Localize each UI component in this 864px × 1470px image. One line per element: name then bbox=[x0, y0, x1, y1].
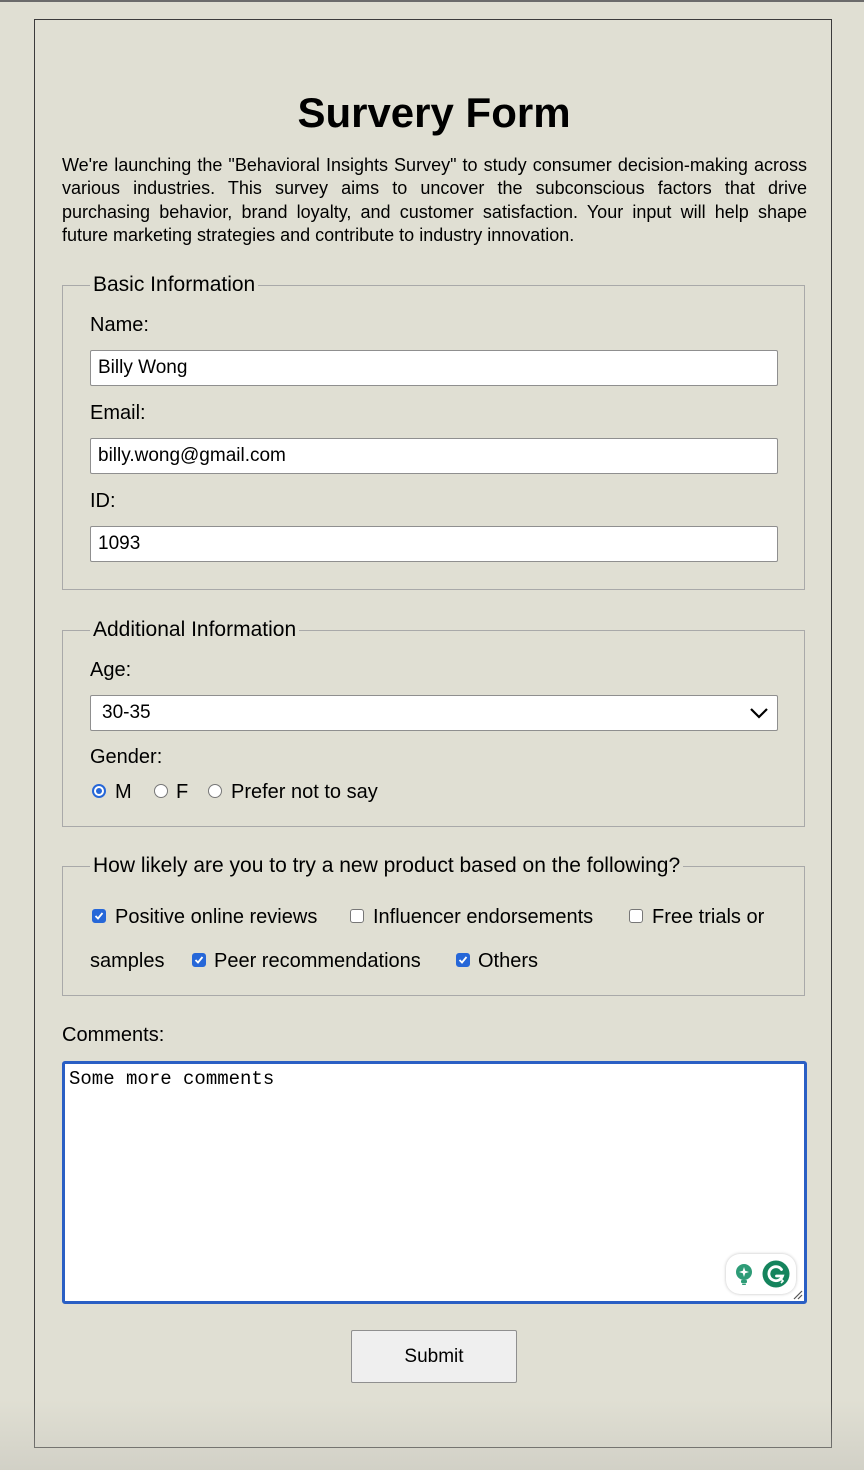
likelihood-fieldset: How likely are you to try a new product … bbox=[62, 851, 805, 996]
option-peer-recommendations-label: Peer recommendations bbox=[214, 950, 421, 972]
additional-information-fieldset: Additional Information Age: 30-35 Gender… bbox=[62, 615, 805, 827]
basic-information-legend: Basic Information bbox=[90, 270, 259, 300]
form-intro: We're launching the "Behavioral Insights… bbox=[62, 155, 807, 245]
gender-radio-m[interactable] bbox=[92, 784, 106, 798]
option-positive-online-reviews-label: Positive online reviews bbox=[115, 906, 318, 928]
checkbox-peer-recommendations[interactable] bbox=[192, 953, 206, 967]
gender-radio-prefer-not-to-say[interactable] bbox=[208, 784, 222, 798]
likelihood-legend: How likely are you to try a new product … bbox=[90, 851, 684, 881]
window-top-border bbox=[0, 0, 864, 2]
email-input[interactable]: billy.wong@gmail.com bbox=[90, 438, 778, 474]
checkbox-others[interactable] bbox=[456, 953, 470, 967]
gender-radio-f[interactable] bbox=[154, 784, 168, 798]
gender-option-f-label: F bbox=[176, 781, 189, 803]
option-free-trials-label-continued: samples bbox=[90, 950, 165, 972]
grammarly-icon[interactable] bbox=[762, 1260, 790, 1288]
age-select[interactable]: 30-35 bbox=[90, 695, 778, 731]
email-label: Email: bbox=[90, 402, 146, 424]
age-label: Age: bbox=[90, 659, 132, 681]
grammarly-widget[interactable] bbox=[726, 1254, 796, 1294]
resize-handle-icon[interactable] bbox=[791, 1288, 803, 1300]
checkmark-icon bbox=[458, 956, 468, 964]
checkmark-icon bbox=[94, 912, 104, 920]
survey-form-container: Survery Form We're launching the "Behavi… bbox=[34, 19, 832, 1448]
basic-information-fieldset: Basic Information Name: Billy Wong Email… bbox=[62, 270, 805, 590]
age-select-value: 30-35 bbox=[102, 702, 151, 723]
option-others-label: Others bbox=[478, 950, 539, 972]
submit-button[interactable]: Submit bbox=[351, 1330, 517, 1383]
additional-information-legend: Additional Information bbox=[90, 615, 300, 645]
option-influencer-endorsements-label: Influencer endorsements bbox=[373, 906, 594, 928]
id-input[interactable]: 1093 bbox=[90, 526, 778, 562]
gender-option-prefer-not-to-say-label: Prefer not to say bbox=[231, 781, 378, 803]
id-label: ID: bbox=[90, 490, 116, 512]
chevron-down-icon bbox=[750, 708, 768, 719]
checkbox-free-trials-or-samples[interactable] bbox=[629, 909, 643, 923]
comments-label: Comments: bbox=[62, 1024, 165, 1046]
name-input[interactable]: Billy Wong bbox=[90, 350, 778, 386]
gender-label: Gender: bbox=[90, 746, 163, 768]
checkbox-influencer-endorsements[interactable] bbox=[350, 909, 364, 923]
comments-textarea[interactable]: Some more comments bbox=[62, 1061, 807, 1304]
form-title: Survery Form bbox=[297, 89, 571, 136]
option-free-trials-label: Free trials or bbox=[652, 906, 765, 928]
comments-text: Some more comments bbox=[69, 1068, 275, 1090]
gender-option-m-label: M bbox=[115, 781, 132, 803]
name-label: Name: bbox=[90, 314, 149, 336]
checkmark-icon bbox=[194, 956, 204, 964]
checkbox-positive-online-reviews[interactable] bbox=[92, 909, 106, 923]
lightbulb-icon[interactable] bbox=[732, 1262, 756, 1286]
